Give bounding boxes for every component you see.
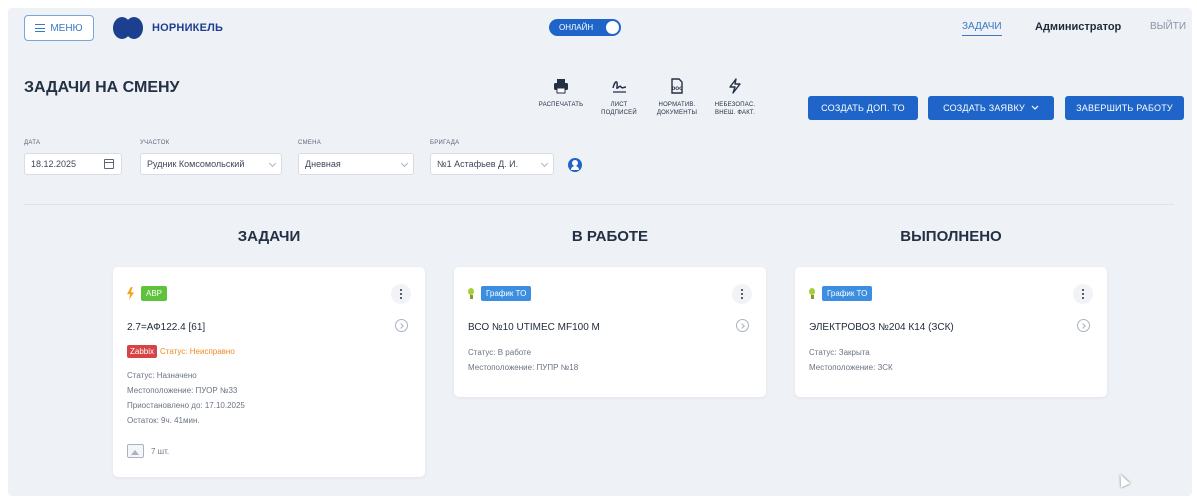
open-card-icon[interactable]: [736, 319, 749, 332]
shift-select[interactable]: Дневная: [298, 153, 414, 175]
card-status: Статус: Назначено: [127, 371, 197, 380]
type-badge: График ТО: [481, 286, 532, 301]
shift-label: СМЕНА: [298, 140, 322, 146]
alert-status: Статус: Неисправно: [160, 347, 235, 356]
create-request-label: СОЗДАТЬ ЗАЯВКУ: [943, 103, 1025, 113]
print-label: РАСПЕЧАТАТЬ: [538, 102, 584, 108]
unsafe-label-2: ВНЕШ. ФАКТ.: [715, 110, 755, 116]
online-label: ОНЛАЙН: [559, 23, 594, 32]
mouse-cursor-icon: [1115, 472, 1131, 488]
date-label: ДАТА: [24, 140, 41, 146]
crew-members-icon[interactable]: [568, 158, 582, 172]
lightning-icon: [127, 287, 134, 300]
more-options-icon[interactable]: [1073, 284, 1093, 304]
alert-row: Zabbix Статус: Неисправно: [127, 345, 235, 358]
menu-button[interactable]: МЕНЮ: [24, 15, 94, 41]
crew-label: БРИГАДА: [430, 140, 460, 146]
document-icon: DOC: [671, 78, 684, 94]
crew-value: №1 Астафьев Д. И.: [437, 159, 519, 169]
card-tags: График ТО: [468, 286, 532, 301]
image-icon[interactable]: [127, 444, 144, 458]
nav-tasks-link[interactable]: ЗАДАЧИ: [962, 21, 1002, 36]
card-status: Статус: В работе: [468, 348, 532, 357]
print-button[interactable]: РАСПЕЧАТАТЬ: [533, 78, 589, 109]
card-title: ЭЛЕКТРОВОЗ №204 К14 (ЗСК): [809, 322, 954, 333]
lightbulb-icon: [468, 287, 474, 300]
task-card[interactable]: График ТО ВСО №10 UTIMEC MF100 M Статус:…: [454, 267, 766, 397]
divider: [24, 204, 1174, 205]
create-request-button[interactable]: СОЗДАТЬ ЗАЯВКУ: [928, 96, 1054, 120]
docs-label-1: НОРМАТИВ.: [658, 102, 696, 108]
date-field[interactable]: 18.12.2025: [24, 153, 122, 175]
area-value: Рудник Комсомольский: [147, 159, 245, 169]
zabbix-badge: Zabbix: [127, 345, 158, 358]
task-card[interactable]: График ТО ЭЛЕКТРОВОЗ №204 К14 (ЗСК) Стат…: [795, 267, 1107, 397]
card-suspended: Приостановлено до: 17.10.2025: [127, 401, 245, 410]
card-location: Местоположение: ПУОР №33: [127, 386, 238, 395]
signature-label-1: ЛИСТ: [610, 102, 628, 108]
logo: НОРНИКЕЛЬ: [113, 17, 223, 39]
card-remaining: Остаток: 9ч. 41мин.: [127, 416, 200, 425]
crew-select[interactable]: №1 Астафьев Д. И.: [430, 153, 554, 175]
card-title: 2.7=АФ122.4 [61]: [127, 322, 206, 333]
printer-icon: [554, 79, 568, 94]
area-select[interactable]: Рудник Комсомольский: [140, 153, 282, 175]
lightbulb-icon: [809, 287, 815, 300]
nav-admin-user[interactable]: Администратор: [1035, 21, 1121, 33]
page-title: ЗАДАЧИ НА СМЕНУ: [24, 79, 180, 96]
signature-label-2: ПОДПИСЕЙ: [601, 110, 637, 116]
toggle-knob: [606, 21, 619, 34]
more-options-icon[interactable]: [732, 284, 752, 304]
normative-docs-button[interactable]: DOC НОРМАТИВ. ДОКУМЕНТЫ: [649, 78, 705, 117]
image-count: 7 шт.: [151, 447, 170, 456]
type-badge: График ТО: [822, 286, 873, 301]
chevron-down-icon: [540, 159, 549, 168]
top-bar: МЕНЮ НОРНИКЕЛЬ ОНЛАЙН ЗАДАЧИ Администрат…: [8, 8, 1192, 48]
more-options-icon[interactable]: [391, 284, 411, 304]
shift-value: Дневная: [305, 159, 341, 169]
card-location: Местоположение: ЗСК: [809, 363, 893, 372]
column-title-done: ВЫПОЛНЕНО: [900, 228, 1002, 245]
card-title: ВСО №10 UTIMEC MF100 M: [468, 322, 600, 333]
column-title-in-progress: В РАБОТЕ: [571, 228, 649, 245]
logout-link[interactable]: ВЫЙТИ: [1150, 21, 1186, 32]
docs-label-2: ДОКУМЕНТЫ: [656, 110, 698, 116]
card-location: Местоположение: ПУПР №18: [468, 363, 579, 372]
app-frame: МЕНЮ НОРНИКЕЛЬ ОНЛАЙН ЗАДАЧИ Администрат…: [8, 8, 1192, 496]
svg-text:DOC: DOC: [672, 86, 684, 92]
unsafe-factors-button[interactable]: НЕБЕЗОПАС. ВНЕШ. ФАКТ.: [707, 78, 763, 117]
area-label: УЧАСТОК: [140, 140, 170, 146]
open-card-icon[interactable]: [395, 319, 408, 332]
card-tags: АВР: [127, 286, 168, 301]
create-extra-to-button[interactable]: СОЗДАТЬ ДОП. ТО: [808, 96, 918, 120]
chevron-down-icon: [268, 159, 277, 168]
logo-text: НОРНИКЕЛЬ: [152, 22, 224, 34]
finish-work-button[interactable]: ЗАВЕРШИТЬ РАБОТУ: [1065, 96, 1184, 120]
online-toggle[interactable]: ОНЛАЙН: [549, 19, 621, 36]
column-title-todo: ЗАДАЧИ: [237, 228, 301, 245]
hamburger-icon: [35, 24, 46, 32]
card-tags: График ТО: [809, 286, 873, 301]
date-value: 18.12.2025: [31, 159, 77, 169]
calendar-icon: [104, 159, 114, 169]
lightning-icon: [729, 78, 741, 94]
open-card-icon[interactable]: [1077, 319, 1090, 332]
unsafe-label-1: НЕБЕЗОПАС.: [714, 102, 756, 108]
signature-icon: [612, 81, 627, 93]
chevron-down-icon: [1031, 105, 1039, 110]
task-card[interactable]: АВР 2.7=АФ122.4 [61] Zabbix Статус: Неисп…: [113, 267, 425, 477]
type-badge: АВР: [141, 286, 168, 301]
signature-sheet-button[interactable]: ЛИСТ ПОДПИСЕЙ: [591, 78, 647, 117]
chevron-down-icon: [400, 159, 409, 168]
menu-label: МЕНЮ: [50, 22, 83, 34]
card-status: Статус: Закрыта: [809, 348, 870, 357]
nornickel-logo-icon: [113, 17, 145, 39]
